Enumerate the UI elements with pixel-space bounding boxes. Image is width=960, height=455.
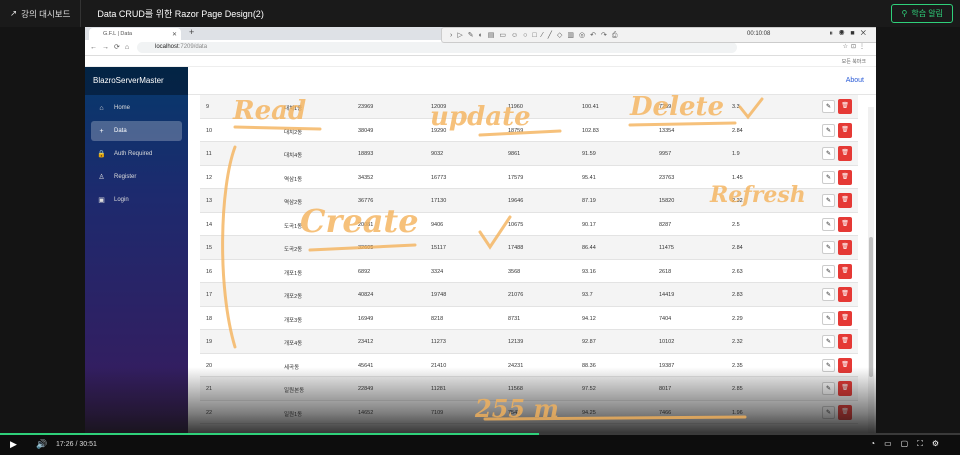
playback-time: 17:26 / 30:51 (56, 441, 97, 448)
progress-fill (0, 433, 539, 435)
external-link-icon: ↗ (10, 8, 18, 18)
annotation-create: Create (300, 202, 419, 240)
bracket-stroke (221, 145, 237, 349)
pin-icon: ⚲ (901, 9, 908, 18)
pen-annotations: Read update Delete Refresh Create 255 m (221, 92, 806, 423)
annotation-update: update (430, 102, 531, 132)
annotation-delete: Delete (629, 92, 724, 122)
dashboard-button[interactable]: ↗ 강의 대시보드 (0, 8, 80, 20)
checkmark-stroke (738, 97, 764, 120)
video-frame[interactable]: G.F.L | Data ✕ + ←→⟳⌂ localhost:7209/dat… (85, 27, 876, 433)
time-total: 30:51 (79, 441, 97, 448)
lecture-topbar: ↗ 강의 대시보드 Data CRUD를 위한 Razor Page Desig… (0, 0, 960, 27)
annotation-refresh: Refresh (709, 182, 806, 208)
time-current: 17:26 (56, 441, 74, 448)
checkmark-stroke (478, 215, 512, 250)
underline-stroke (233, 125, 322, 131)
annotation-read: Read (232, 96, 306, 126)
annotation-bottom: 255 m (474, 394, 559, 423)
lecture-title: Data CRUD를 위한 Razor Page Design(2) (97, 9, 264, 19)
underline-stroke (628, 121, 737, 127)
dashboard-label: 강의 대시보드 (21, 8, 71, 19)
progress-bar[interactable] (0, 433, 960, 435)
play-icon[interactable]: ▶ (10, 439, 17, 450)
ask-label: 학습 알림 (911, 9, 943, 18)
player-settings-icon[interactable]: ◔▭▢⛶⚙ (870, 439, 948, 449)
underline-stroke (308, 243, 417, 252)
player-controls: ▶ 🔊 17:26 / 30:51 ◔▭▢⛶⚙ (0, 433, 960, 455)
ask-button[interactable]: ⚲ 학습 알림 (891, 4, 953, 23)
volume-icon[interactable]: 🔊 (36, 439, 47, 450)
